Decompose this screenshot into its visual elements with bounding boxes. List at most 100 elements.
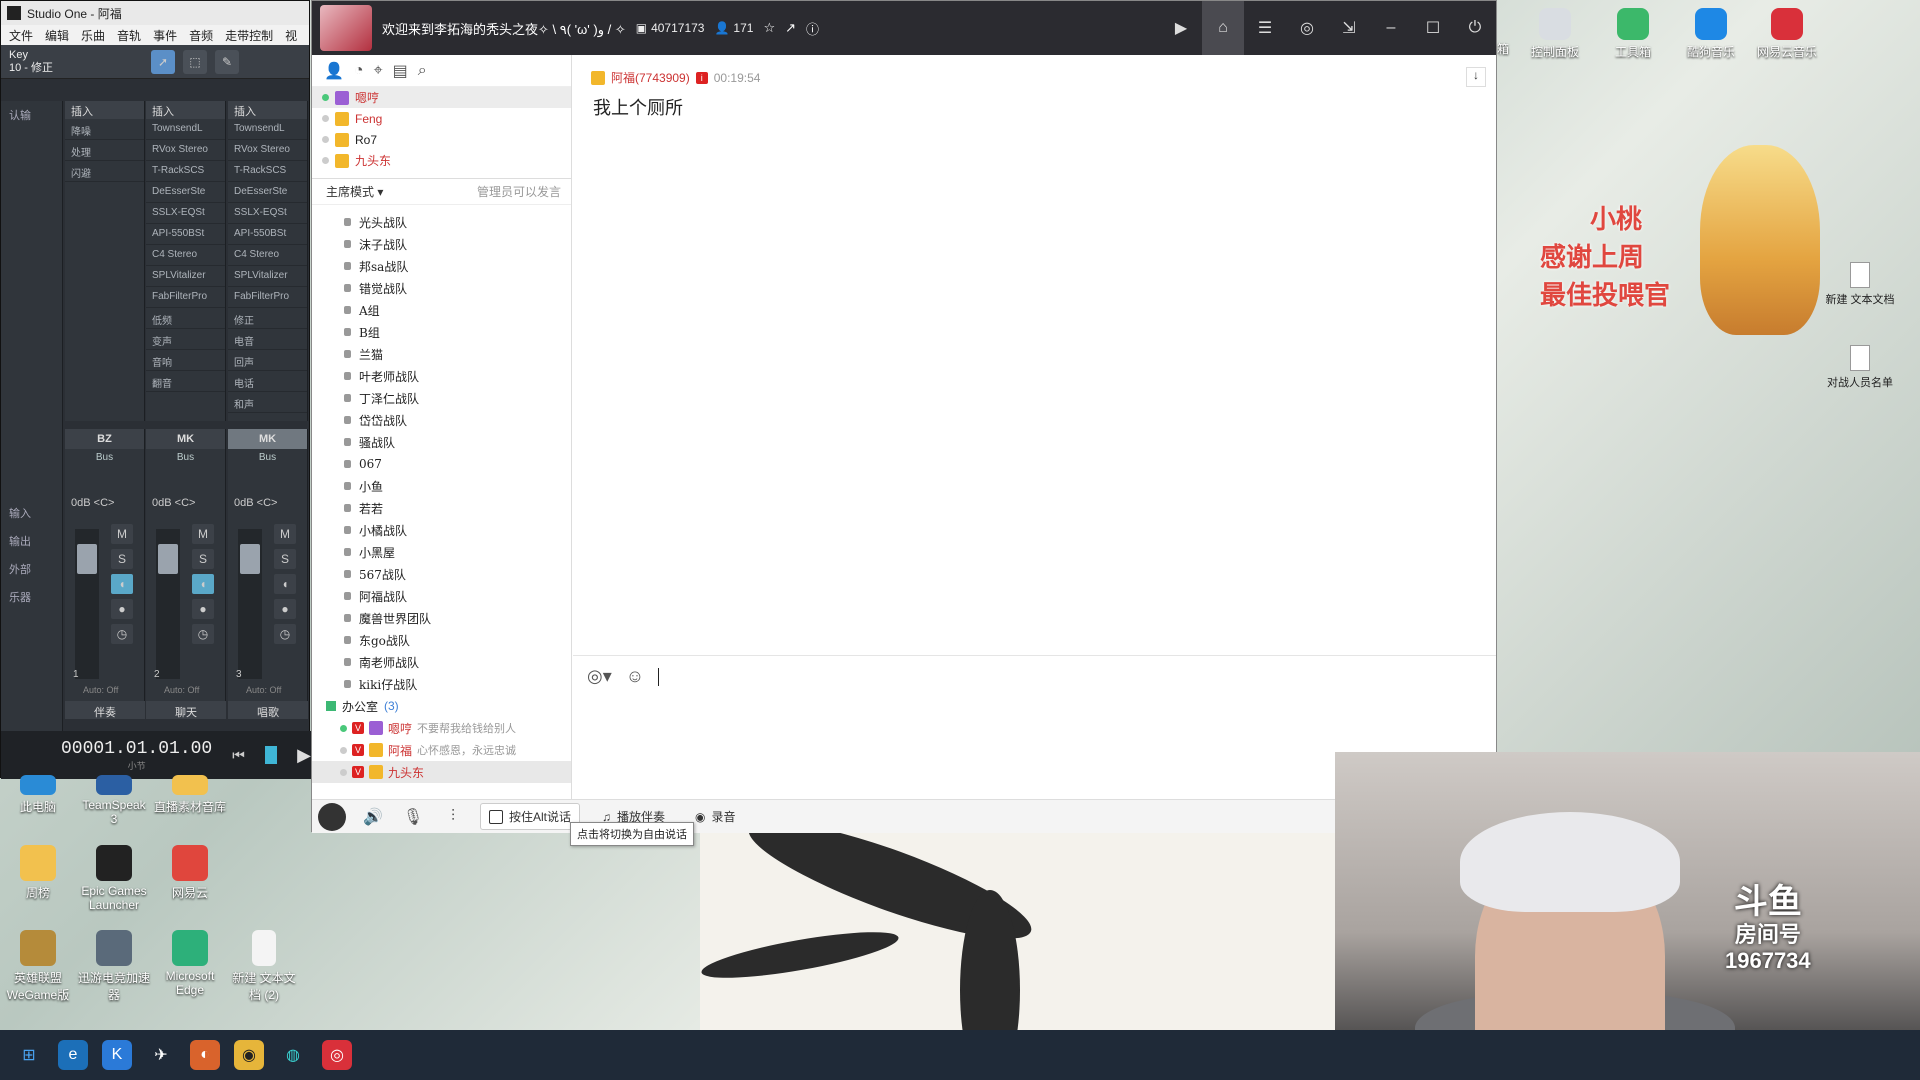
insert-slot[interactable]: SSLX-EQSt [146,203,225,224]
insert-slot[interactable]: 闪避 [65,161,144,182]
solo-button[interactable]: S [192,549,214,569]
insert-slot[interactable]: SPLVitalizer [146,266,225,287]
team-item[interactable]: 兰猫 [312,343,571,365]
record-button[interactable]: ◉ 录音 [687,804,744,829]
team-item[interactable]: 丁泽仁战队 [312,387,571,409]
arrow-tool-icon[interactable]: ➚ [151,49,176,74]
desktop-icon-toolbox[interactable]: 工具箱 [1598,8,1668,60]
range-tool-icon[interactable]: ⬚ [183,49,208,74]
owl-app-icon[interactable]: ◉ [234,1040,264,1070]
strip-name[interactable]: MK [146,429,225,449]
insert-slot[interactable]: RVox Stereo [146,140,225,161]
desktop-icon-teamspeak[interactable]: TeamSpeak 3 [78,775,150,826]
insert-slot[interactable]: API-550BSt [146,224,225,245]
menu-edit[interactable]: 编辑 [45,27,69,44]
team-item[interactable]: 小鱼 [312,475,571,497]
insert-slot[interactable]: C4 Stereo [146,245,225,266]
insert-slot[interactable]: 降噪 [65,119,144,140]
desktop-icon-accelerator[interactable]: 迅游电竞加速器 [78,930,150,1003]
automation-mode[interactable]: Auto: Off [83,685,118,695]
location-icon[interactable]: ⌖ [374,62,383,80]
kugou-icon[interactable]: K [102,1040,132,1070]
insert-header[interactable]: 插入 [146,101,225,119]
mixer-left-label[interactable]: 外部 [1,555,62,583]
team-item[interactable]: A组 [312,299,571,321]
equalizer-icon[interactable]: ⫶ [440,804,466,830]
power-icon[interactable]: ⏻ [1454,1,1496,55]
gamepad-icon[interactable]: ◎ [1286,1,1328,55]
team-item[interactable]: 小黑屋 [312,541,571,563]
emoji-icon[interactable]: ☺ [626,666,644,687]
menu-audio[interactable]: 音频 [189,27,213,44]
notes-icon[interactable]: ▤ [393,61,408,81]
netease-music-icon[interactable]: ◎ [322,1040,352,1070]
strip-label[interactable]: 聊天 [146,701,226,719]
message-sender[interactable]: 阿福(7743909) [611,69,690,86]
search-icon[interactable]: ⌕ [418,62,427,80]
mute-button[interactable]: M [274,524,296,544]
menu-file[interactable]: 文件 [9,27,33,44]
info-icon[interactable]: ⓘ [806,19,819,38]
insert-slot[interactable]: DeEsserSte [228,182,307,203]
minimize-icon[interactable]: – [1370,1,1412,55]
activity-icon[interactable]: ◔ [354,62,364,80]
plane-icon[interactable]: ✈ [146,1040,176,1070]
insert-header[interactable]: 插入 [65,101,144,119]
desktop-icon-text-doc[interactable]: 对战人员名单 [1820,345,1900,390]
desktop-icon-text-doc[interactable]: 新建 文本文档 [1820,262,1900,307]
desktop-icon-folder[interactable]: 周榜 [2,845,74,901]
mute-button[interactable]: M [111,524,133,544]
mixer-left-label[interactable]: 乐器 [1,583,62,611]
team-item[interactable]: 阿福战队 [312,585,571,607]
maximize-icon[interactable]: ☐ [1412,1,1454,55]
desktop-icon-this-pc[interactable]: 此电脑 [2,775,74,815]
play-icon[interactable]: ▶ [297,745,311,766]
insert-slot[interactable]: T-RackSCS [146,161,225,182]
mixer-left-label[interactable]: 认输 [1,101,62,129]
insert-slot[interactable]: 和声 [228,392,307,413]
team-item[interactable]: kiki仔战队 [312,673,571,695]
record-arm-button[interactable]: ● [111,599,133,619]
desktop-icon-lol[interactable]: 英雄联盟WeGame版 [2,930,74,1003]
menu-track[interactable]: 音轨 [117,27,141,44]
insert-slot[interactable]: SSLX-EQSt [228,203,307,224]
team-item[interactable]: 魔兽世界团队 [312,607,571,629]
home-icon[interactable]: ⌂ [1202,1,1244,55]
timer-icon[interactable]: ◷ [274,624,296,644]
desktop-icon-partial[interactable]: 箱 [1492,40,1514,57]
insert-slot[interactable]: API-550BSt [228,224,307,245]
insert-slot[interactable]: DeEsserSte [146,182,225,203]
insert-slot[interactable]: T-RackSCS [228,161,307,182]
record-arm-button[interactable]: ● [192,599,214,619]
team-item[interactable]: 567战队 [312,563,571,585]
team-item[interactable]: 小橘战队 [312,519,571,541]
insert-slot[interactable]: 修正 [228,308,307,329]
game-icon[interactable]: ◎▾ [587,666,612,687]
video-icon[interactable]: ▶ [1160,1,1202,55]
monitor-button[interactable]: ◖ [274,574,296,594]
monitor-button[interactable]: ◖ [192,574,214,594]
menu-view[interactable]: 视 [285,27,297,44]
collapse-icon[interactable]: ⇲ [1328,1,1370,55]
insert-slot[interactable]: TownsendL [146,119,225,140]
insert-slot[interactable]: 音响 [146,350,225,371]
mute-button[interactable]: M [192,524,214,544]
team-item[interactable]: 叶老师战队 [312,365,571,387]
volume-fader[interactable] [156,529,180,679]
insert-slot[interactable]: 处理 [65,140,144,161]
insert-slot[interactable]: 低频 [146,308,225,329]
list-item[interactable]: 嗯哼 [312,87,571,108]
insert-slot[interactable]: 变声 [146,329,225,350]
team-item[interactable]: 光头战队 [312,211,571,233]
desktop-icon-epic[interactable]: Epic Games Launcher [78,845,150,912]
volume-fader[interactable] [238,529,262,679]
insert-slot[interactable]: RVox Stereo [228,140,307,161]
edge-icon[interactable]: e [58,1040,88,1070]
star-icon[interactable]: ☆ [763,20,775,36]
strip-label[interactable]: 伴奏 [65,701,145,719]
desktop-icon-edge[interactable]: Microsoft Edge [154,930,226,997]
menu-song[interactable]: 乐曲 [81,27,105,44]
volume-fader[interactable] [75,529,99,679]
desktop-icon-netease-music[interactable]: 网易云音乐 [1752,8,1822,60]
desktop-icon-kugou[interactable]: 酷狗音乐 [1676,8,1746,60]
